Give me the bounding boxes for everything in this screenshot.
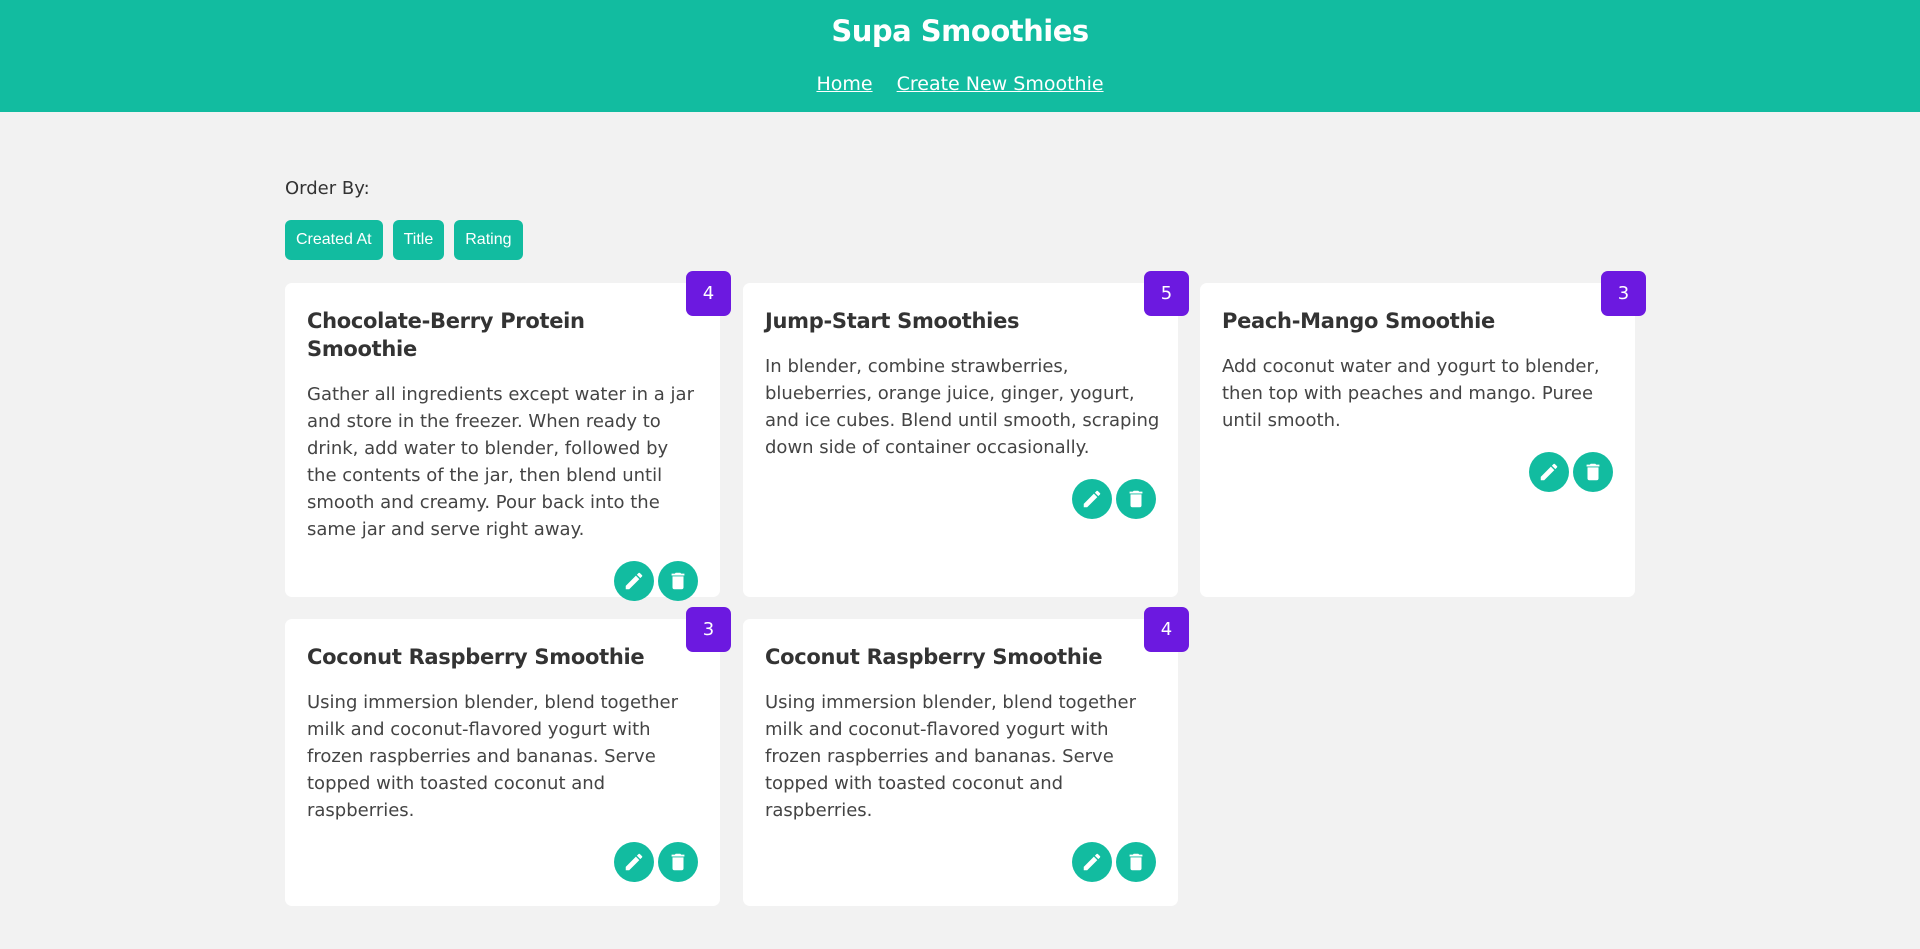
- smoothie-method: Add coconut water and yogurt to blender,…: [1222, 356, 1600, 431]
- order-by-buttons: Created At Title Rating: [285, 220, 523, 260]
- order-rating-button[interactable]: Rating: [454, 220, 523, 260]
- top-navbar: Supa Smoothies Home Create New Smoothie: [0, 0, 1920, 112]
- pencil-icon: [1083, 853, 1101, 871]
- rating-badge: 4: [1144, 607, 1189, 652]
- smoothie-title: Coconut Raspberry Smoothie: [307, 645, 645, 669]
- delete-button[interactable]: [1573, 452, 1613, 492]
- card-actions: [765, 479, 1156, 519]
- card-actions: [307, 561, 698, 601]
- edit-button[interactable]: [614, 561, 654, 601]
- card-actions: [765, 842, 1156, 882]
- smoothie-card: Chocolate-Berry Protein Smoothie Gather …: [285, 271, 731, 601]
- edit-button[interactable]: [614, 842, 654, 882]
- rating-badge: 3: [686, 607, 731, 652]
- smoothie-card: Jump-Start Smoothies In blender, combine…: [743, 271, 1189, 597]
- trash-icon: [671, 853, 685, 871]
- delete-button[interactable]: [1116, 842, 1156, 882]
- trash-icon: [671, 572, 685, 590]
- edit-button[interactable]: [1072, 479, 1112, 519]
- smoothie-method: Using immersion blender, blend together …: [307, 692, 678, 821]
- pencil-icon: [1540, 463, 1558, 481]
- order-created-at-button[interactable]: Created At: [285, 220, 383, 260]
- nav-links: Home Create New Smoothie: [0, 73, 1920, 95]
- nav-link-home[interactable]: Home: [816, 73, 872, 95]
- smoothie-method: In blender, combine strawberries, bluebe…: [765, 356, 1160, 458]
- smoothie-card: Coconut Raspberry Smoothie Using immersi…: [743, 607, 1189, 906]
- main-content: Order By: Created At Title Rating Chocol…: [0, 112, 1920, 949]
- rating-badge: 5: [1144, 271, 1189, 316]
- nav-link-create[interactable]: Create New Smoothie: [897, 73, 1104, 95]
- delete-button[interactable]: [658, 842, 698, 882]
- pencil-icon: [625, 853, 643, 871]
- order-by-label: Order By:: [285, 178, 370, 199]
- order-title-button[interactable]: Title: [392, 220, 445, 260]
- site-title: Supa Smoothies: [831, 14, 1089, 48]
- smoothie-title: Jump-Start Smoothies: [765, 309, 1020, 333]
- smoothie-method: Gather all ingredients except water in a…: [307, 384, 694, 540]
- card-actions: [307, 842, 698, 882]
- trash-icon: [1129, 853, 1143, 871]
- delete-button[interactable]: [1116, 479, 1156, 519]
- trash-icon: [1586, 463, 1600, 481]
- smoothie-method: Using immersion blender, blend together …: [765, 692, 1136, 821]
- edit-button[interactable]: [1072, 842, 1112, 882]
- pencil-icon: [625, 572, 643, 590]
- card-actions: [1222, 452, 1613, 492]
- smoothie-title: Coconut Raspberry Smoothie: [765, 645, 1103, 669]
- smoothie-title: Chocolate-Berry Protein Smoothie: [307, 309, 585, 361]
- trash-icon: [1129, 490, 1143, 508]
- delete-button[interactable]: [658, 561, 698, 601]
- smoothie-card: Coconut Raspberry Smoothie Using immersi…: [285, 607, 731, 906]
- rating-badge: 3: [1601, 271, 1646, 316]
- pencil-icon: [1083, 490, 1101, 508]
- rating-badge: 4: [686, 271, 731, 316]
- smoothie-card: Peach-Mango Smoothie Add coconut water a…: [1200, 271, 1646, 597]
- smoothie-title: Peach-Mango Smoothie: [1222, 309, 1495, 333]
- edit-button[interactable]: [1529, 452, 1569, 492]
